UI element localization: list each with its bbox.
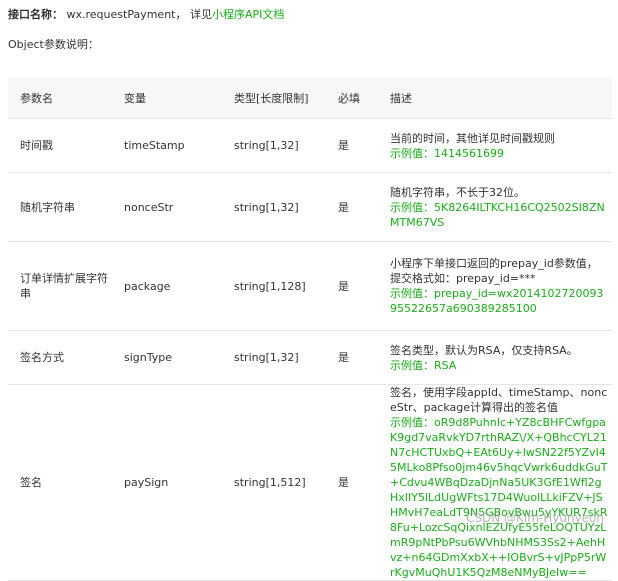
header-variable: 变量 — [112, 78, 222, 119]
example-value: 示例值：1414561699 — [390, 146, 504, 160]
description-text: 小程序下单接口返回的prepay_id参数值，提交格式如：prepay_id=*… — [390, 257, 598, 285]
param-required: 是 — [326, 118, 378, 173]
description-text: 随机字符串，不长于32位。 — [390, 185, 525, 199]
example-value: 示例值：oR9d8PuhnIc+YZ8cBHFCwfgpaK9gd7vaRvkY… — [390, 416, 608, 579]
param-description: 小程序下单接口返回的prepay_id参数值，提交格式如：prepay_id=*… — [378, 241, 612, 331]
param-required: 是 — [326, 172, 378, 242]
param-variable: paySign — [112, 384, 222, 581]
example-value: 示例值：5K8264ILTKCH16CQ2502SI8ZNMTM67VS — [390, 200, 605, 229]
header-description: 描述 — [378, 78, 612, 119]
params-table: 参数名 变量 类型[长度限制] 必填 描述 时间戳 timeStamp stri… — [8, 78, 612, 581]
param-name: 随机字符串 — [8, 172, 112, 242]
table-row: 时间戳 timeStamp string[1,32] 是 当前的时间，其他详见时… — [8, 118, 612, 173]
param-name: 时间戳 — [8, 118, 112, 173]
param-name: 订单详情扩展字符串 — [8, 241, 112, 331]
example-value: 示例值：RSA — [390, 358, 457, 372]
param-required: 是 — [326, 241, 378, 331]
param-description: 随机字符串，不长于32位。 示例值：5K8264ILTKCH16CQ2502SI… — [378, 172, 612, 242]
header-required: 必填 — [326, 78, 378, 119]
description-text: 签名类型，默认为RSA，仅支持RSA。 — [390, 343, 578, 357]
table-row: 随机字符串 nonceStr string[1,32] 是 随机字符串，不长于3… — [8, 172, 612, 242]
param-description: 签名，使用字段appId、timeStamp、nonceStr、package计… — [378, 384, 612, 581]
example-value: 示例值：prepay_id=wx201410272009395522657a69… — [390, 287, 604, 315]
param-variable: nonceStr — [112, 172, 222, 242]
param-type: string[1,512] — [222, 384, 326, 581]
param-required: 是 — [326, 384, 378, 581]
api-name-value: wx.requestPayment， — [66, 8, 187, 21]
param-variable: timeStamp — [112, 118, 222, 173]
table-row: 签名方式 signType string[1,32] 是 签名类型，默认为RSA… — [8, 330, 612, 385]
api-name-line: 接口名称： wx.requestPayment， 详见小程序API文档 — [8, 6, 284, 22]
table-row: 签名 paySign string[1,512] 是 签名，使用字段appId、… — [8, 384, 612, 581]
param-description: 签名类型，默认为RSA，仅支持RSA。 示例值：RSA — [378, 330, 612, 385]
object-params-title: Object参数说明： — [8, 38, 99, 51]
description-text: 签名，使用字段appId、timeStamp、nonceStr、package计… — [390, 386, 608, 414]
param-name: 签名方式 — [8, 330, 112, 385]
watermark: CSDN @Kim-Hyunyeon — [465, 511, 604, 525]
param-type: string[1,32] — [222, 330, 326, 385]
table-header-row: 参数名 变量 类型[长度限制] 必填 描述 — [8, 78, 612, 119]
header-param-name: 参数名 — [8, 78, 112, 119]
description-text: 当前的时间，其他详见时间戳规则 — [390, 131, 555, 145]
param-type: string[1,32] — [222, 172, 326, 242]
param-required: 是 — [326, 330, 378, 385]
header-type: 类型[长度限制] — [222, 78, 326, 119]
param-type: string[1,32] — [222, 118, 326, 173]
api-doc-link[interactable]: 小程序API文档 — [212, 8, 284, 21]
param-variable: signType — [112, 330, 222, 385]
param-description: 当前的时间，其他详见时间戳规则 示例值：1414561699 — [378, 118, 612, 173]
param-type: string[1,128] — [222, 241, 326, 331]
see-doc-text: 详见 — [189, 8, 212, 21]
api-name-label: 接口名称： — [8, 8, 63, 21]
param-variable: package — [112, 241, 222, 331]
table-row: 订单详情扩展字符串 package string[1,128] 是 小程序下单接… — [8, 241, 612, 331]
param-name: 签名 — [8, 384, 112, 581]
